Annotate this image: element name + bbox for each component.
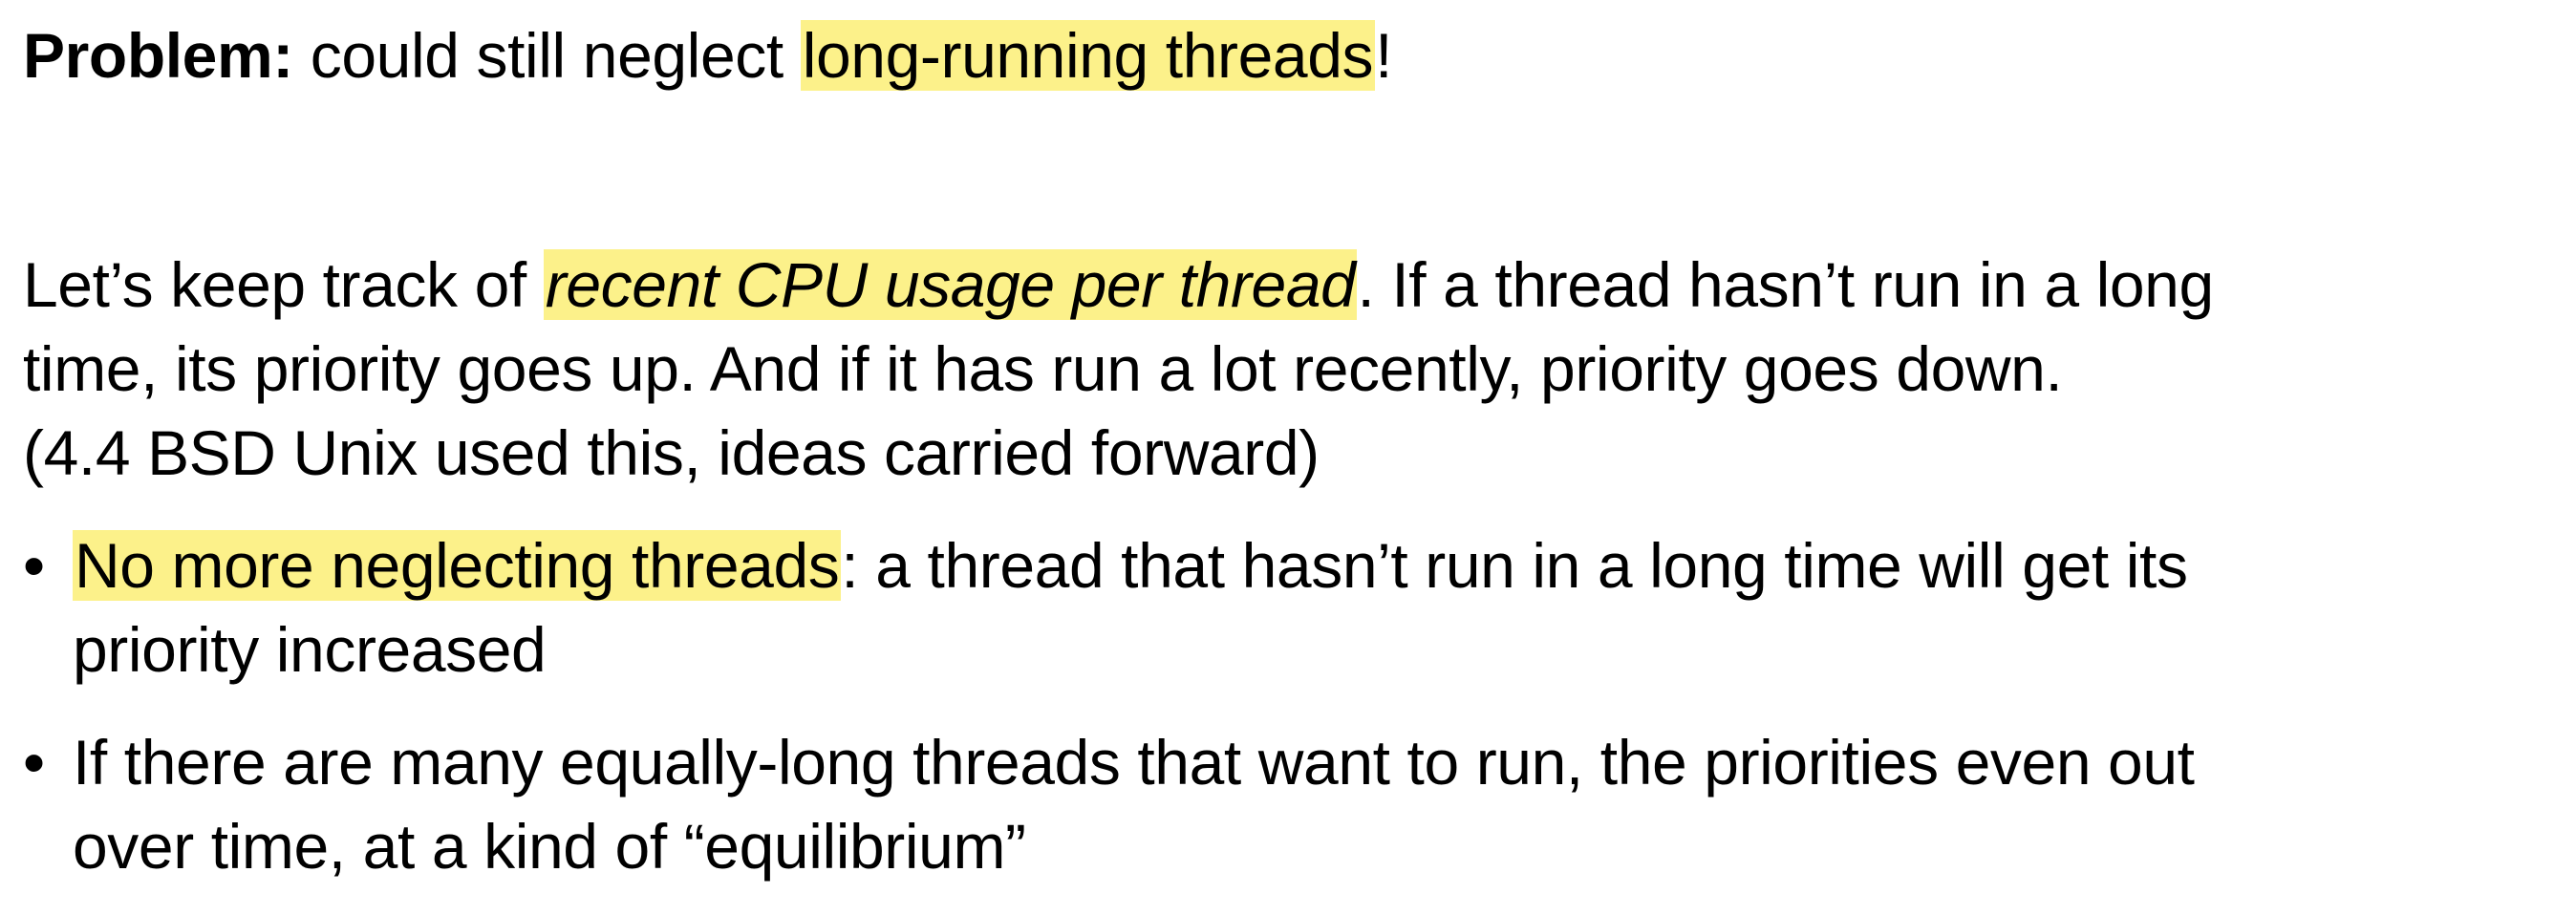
problem-exclaim: ! [1375, 20, 1393, 91]
bullet-1-marker: • [23, 530, 46, 601]
problem-highlight: long-running threads [800, 20, 1376, 91]
problem-label: Problem: [23, 20, 293, 91]
problem-text: could still neglect [292, 20, 801, 91]
paragraph-line-1-after: . If a thread hasn’t run in a long [1357, 249, 2214, 320]
bullet-1-highlight: No more neglecting threads [73, 530, 842, 601]
bullet-1-line-1: No more neglecting threads: a thread tha… [73, 523, 2188, 607]
bullet-2-line-2: over time, at a kind of “equilibrium” [73, 811, 1026, 882]
paragraph-line-3: (4.4 BSD Unix used this, ideas carried f… [23, 417, 1320, 488]
paragraph-highlight: recent CPU usage per thread [543, 249, 1358, 320]
problem-line: Problem: could still neglect long-runnin… [23, 13, 1392, 97]
paragraph-line-2: time, its priority goes up. And if it ha… [23, 333, 2063, 404]
slide: Problem: could still neglect long-runnin… [0, 0, 2576, 915]
bullet-2-line-1: If there are many equally-long threads t… [73, 727, 2195, 798]
bullet-1-line-1-after: : a thread that hasn’t run in a long tim… [841, 530, 2188, 601]
bullet-2-marker: • [23, 727, 46, 798]
paragraph-line-1: Let’s keep track of recent CPU usage per… [23, 243, 2214, 327]
paragraph-line-1-before: Let’s keep track of [23, 249, 544, 320]
bullet-1-line-2: priority increased [73, 614, 547, 685]
